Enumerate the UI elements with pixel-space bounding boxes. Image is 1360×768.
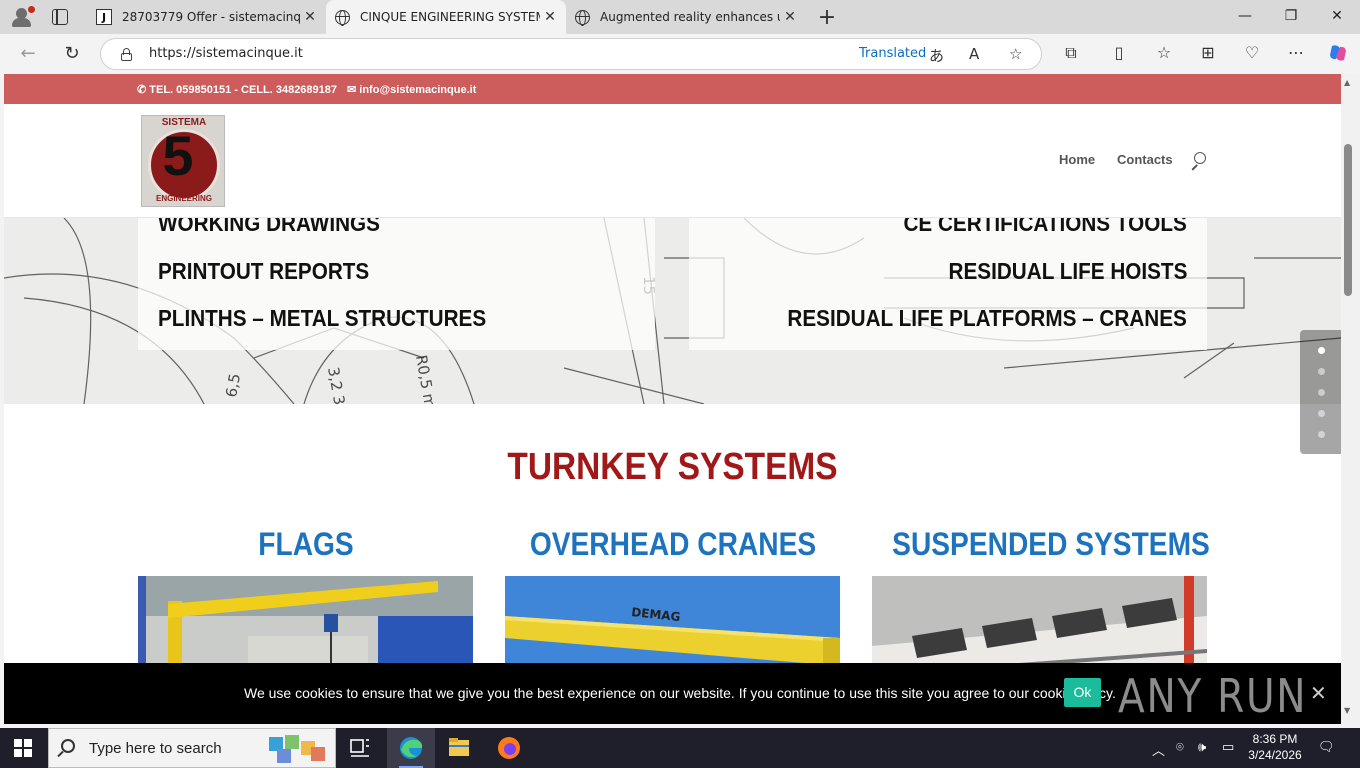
meet-now-icon[interactable]: ⌾: [1176, 740, 1184, 755]
file-explorer-icon[interactable]: [435, 728, 483, 768]
nav-home[interactable]: Home: [1059, 152, 1095, 167]
email-text: info@sistemacinque.it: [359, 84, 477, 96]
translated-label[interactable]: Translated: [859, 46, 926, 61]
network-icon[interactable]: ▭: [1222, 740, 1234, 755]
translate-icon[interactable]: あ: [929, 45, 944, 66]
slider-dot[interactable]: [1318, 389, 1325, 396]
tab-cinque[interactable]: CINQUE ENGINEERING SYSTEM | CE ✕: [326, 0, 566, 34]
site-logo[interactable]: SISTEMA 5 ENGINEERING: [141, 115, 225, 207]
logo-bottom-text: ENGINEERING: [155, 194, 212, 203]
email-link[interactable]: ✉ info@sistemacinque.it: [347, 83, 476, 96]
phone-link[interactable]: ✆ TEL. 059850151 - CELL. 3482689187: [137, 83, 337, 96]
edge-browser-icon[interactable]: [387, 728, 435, 768]
slider-dot[interactable]: [1318, 410, 1325, 417]
tab-title: 28703779 Offer - sistemacinque-it: [122, 10, 300, 24]
notifications-icon[interactable]: 🗨: [1318, 740, 1335, 755]
search-icon: [61, 739, 75, 753]
hero-line: PRINTOUT REPORTS: [158, 258, 370, 284]
windows-start-icon[interactable]: [14, 739, 32, 757]
site-header: SISTEMA 5 ENGINEERING Home Contacts: [4, 104, 1341, 218]
search-icon[interactable]: [1190, 152, 1208, 171]
cookie-banner: We use cookies to ensure that we give yo…: [4, 663, 1341, 724]
search-highlight-art-icon: [269, 735, 325, 763]
scroll-up-icon[interactable]: ▲: [1344, 78, 1350, 87]
taskbar-clock[interactable]: 8:36 PM 3/24/2026: [1246, 731, 1304, 763]
collections-icon[interactable]: ⊞: [1197, 43, 1219, 62]
tab-close-icon[interactable]: ✕: [540, 9, 560, 25]
reload-icon[interactable]: ↻: [61, 43, 83, 65]
address-bar[interactable]: https://sistemacinque.it Translated あ A …: [100, 38, 1042, 70]
close-window-icon[interactable]: ✕: [1314, 8, 1360, 24]
globe-icon: [334, 9, 350, 26]
tab-augmented[interactable]: Augmented reality enhances user ✕: [566, 0, 806, 34]
tab-title: Augmented reality enhances user: [600, 10, 780, 24]
favorite-star-icon[interactable]: ☆: [1009, 45, 1022, 63]
page-scrollbar[interactable]: ▲ ▼: [1341, 74, 1360, 724]
more-menu-icon[interactable]: ⋯: [1285, 43, 1307, 62]
j-favicon-icon: J: [96, 9, 112, 25]
slider-dot[interactable]: [1318, 368, 1325, 375]
nav-contacts[interactable]: Contacts: [1117, 152, 1173, 167]
clock-date: 3/24/2026: [1248, 748, 1302, 762]
cookie-ok-button[interactable]: Ok: [1064, 678, 1101, 707]
profile-avatar-icon[interactable]: [10, 6, 35, 28]
tab-title: CINQUE ENGINEERING SYSTEM | CE: [360, 10, 540, 24]
slider-dot[interactable]: [1318, 431, 1325, 438]
read-aloud-icon[interactable]: A: [969, 45, 979, 63]
scrollbar-thumb[interactable]: [1344, 144, 1352, 296]
clock-time: 8:36 PM: [1252, 732, 1298, 746]
copilot-icon[interactable]: [1327, 43, 1349, 67]
split-screen-icon[interactable]: ▯: [1108, 43, 1130, 62]
globe-icon: [574, 9, 590, 26]
lock-icon[interactable]: [121, 48, 132, 61]
tab-offer[interactable]: J 28703779 Offer - sistemacinque-it ✕: [88, 0, 327, 34]
windows-taskbar: Type here to search ︿ ⌾ 🕪 ▭ 8:36 PM 3/24…: [0, 728, 1360, 768]
tray-chevron-icon[interactable]: ︿: [1152, 740, 1165, 759]
task-view-icon[interactable]: [336, 728, 384, 768]
tab-close-icon[interactable]: ✕: [780, 9, 800, 25]
hero-line: CE CERTIFICATIONS TOOLS: [903, 218, 1187, 236]
new-tab-icon[interactable]: +: [816, 5, 838, 30]
tab-strip: J 28703779 Offer - sistemacinque-it ✕ CI…: [0, 0, 1360, 34]
favorites-icon[interactable]: ☆: [1153, 43, 1175, 62]
hero-line: WORKING DRAWINGS: [158, 218, 380, 236]
cookie-message: We use cookies to ensure that we give yo…: [244, 685, 1116, 701]
volume-icon[interactable]: 🕪: [1198, 740, 1206, 755]
extensions-icon[interactable]: ⧉: [1060, 43, 1082, 63]
taskbar-search-placeholder: Type here to search: [89, 740, 222, 757]
hero-line: RESIDUAL LIFE PLATFORMS – CRANES: [787, 305, 1187, 331]
hero-panel-right: CE CERTIFICATIONS TOOLS RESIDUAL LIFE HO…: [689, 218, 1207, 350]
url-text[interactable]: https://sistemacinque.it: [149, 46, 303, 61]
watermark-text: ANY RUN: [1118, 669, 1308, 723]
column-title-suspended-systems[interactable]: SUSPENDED SYSTEMS: [892, 526, 1210, 563]
hero-panel-left: WORKING DRAWINGS PRINTOUT REPORTS PLINTH…: [138, 218, 655, 350]
browser-essentials-icon[interactable]: ♡: [1241, 43, 1263, 62]
section-title: TURNKEY SYSTEMS: [507, 446, 838, 488]
logo-number: 5: [162, 124, 194, 187]
slider-dots: [1300, 330, 1341, 454]
minimize-icon[interactable]: —: [1222, 8, 1268, 24]
hero-line: RESIDUAL LIFE HOISTS: [948, 258, 1187, 284]
contact-topbar: ✆ TEL. 059850151 - CELL. 3482689187 ✉ in…: [4, 74, 1341, 104]
close-icon[interactable]: ✕: [1310, 681, 1327, 705]
tab-close-icon[interactable]: ✕: [300, 9, 320, 25]
column-title-overhead-cranes[interactable]: OVERHEAD CRANES: [525, 526, 821, 563]
browser-toolbar: ← ↻ https://sistemacinque.it Translated …: [0, 34, 1360, 74]
column-title-flags[interactable]: FLAGS: [158, 526, 454, 563]
restore-icon[interactable]: ❐: [1268, 8, 1314, 24]
hero-slider: 6,5 3,2 3,2 R0,5 mm 15 WORKING DRAWINGS …: [4, 218, 1341, 404]
taskbar-search-box[interactable]: Type here to search: [48, 728, 336, 768]
firefox-icon[interactable]: [485, 728, 533, 768]
phone-text: TEL. 059850151 - CELL. 3482689187: [149, 84, 338, 96]
slider-dot[interactable]: [1318, 347, 1325, 354]
web-page: ✆ TEL. 059850151 - CELL. 3482689187 ✉ in…: [4, 74, 1341, 724]
scroll-down-icon[interactable]: ▼: [1344, 706, 1350, 715]
hero-line: PLINTHS – METAL STRUCTURES: [158, 305, 487, 331]
back-icon[interactable]: ←: [17, 43, 39, 65]
tab-actions-icon[interactable]: [52, 9, 68, 25]
